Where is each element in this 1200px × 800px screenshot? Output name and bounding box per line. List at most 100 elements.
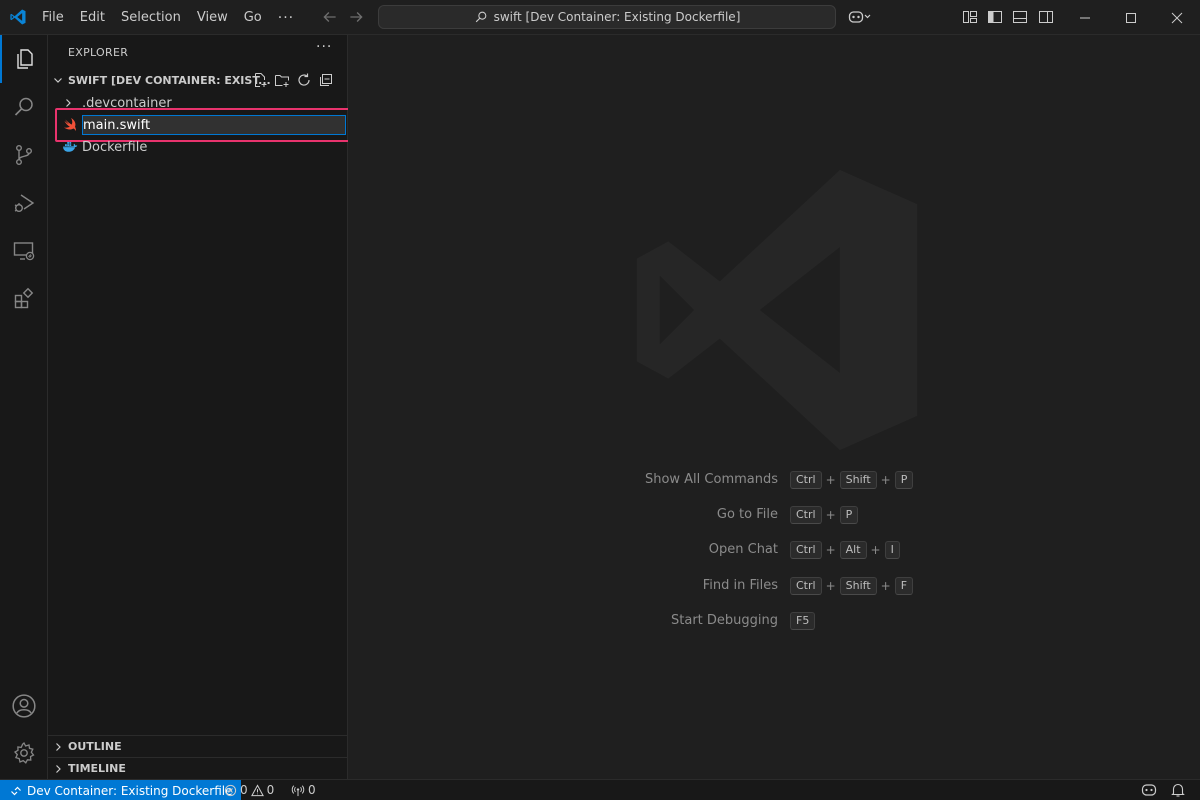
forward-arrow-icon[interactable] (347, 8, 365, 26)
activity-search[interactable] (0, 83, 48, 131)
menu-more-button[interactable]: ··· (270, 10, 302, 26)
extensions-icon (14, 287, 34, 309)
outline-section-header[interactable]: OUTLINE (48, 735, 348, 757)
sidebar-more-actions-button[interactable]: ··· (316, 39, 332, 55)
swift-file-icon (62, 117, 78, 133)
key-cap: P (839, 506, 859, 524)
timeline-label: TIMELINE (68, 762, 126, 775)
source-control-icon (15, 145, 32, 166)
shortcut-show-all-commands: Show All Commands Ctrl + Shift + P (348, 471, 1200, 491)
tree-item-devcontainer[interactable]: .devcontainer (48, 92, 348, 114)
search-icon (14, 97, 33, 116)
activity-run-debug[interactable] (0, 179, 48, 227)
search-icon (475, 11, 486, 23)
menu-edit[interactable]: Edit (72, 0, 113, 35)
copilot-icon[interactable] (848, 9, 872, 25)
key-cap: Ctrl (790, 577, 822, 595)
rename-input-box[interactable] (82, 115, 346, 135)
new-file-icon[interactable] (252, 72, 268, 88)
collapse-all-icon[interactable] (318, 72, 334, 88)
customize-layout-icon[interactable] (962, 9, 978, 25)
accounts-icon (12, 694, 36, 718)
activity-source-control[interactable] (0, 131, 48, 179)
tree-item-dockerfile[interactable]: Dockerfile (48, 136, 348, 158)
new-folder-icon[interactable] (274, 72, 290, 88)
outline-label: OUTLINE (68, 740, 122, 753)
sidebar-title: EXPLORER (68, 46, 129, 59)
command-center[interactable]: swift [Dev Container: Existing Dockerfil… (378, 5, 836, 29)
notifications-bell-icon[interactable] (1170, 782, 1186, 798)
rename-file-input[interactable] (83, 117, 345, 133)
toggle-panel-icon[interactable] (1012, 9, 1028, 25)
editor-area: Show All Commands Ctrl + Shift + P Go to F… (348, 35, 1200, 779)
warning-icon (250, 783, 264, 796)
key-cap: Shift (839, 471, 877, 489)
key-cap: Ctrl (790, 506, 822, 524)
timeline-section-header[interactable]: TIMELINE (48, 757, 348, 779)
folder-header-label: SWIFT [DEV CONTAINER: EXIST... (68, 73, 271, 87)
manage-gear-icon (13, 741, 35, 764)
menu-selection[interactable]: Selection (113, 0, 189, 35)
key-cap: Alt (839, 541, 867, 559)
remote-indicator[interactable]: Dev Container: Existing Dockerfile (0, 780, 242, 800)
back-arrow-icon[interactable] (321, 8, 339, 26)
toggle-primary-sidebar-icon[interactable] (987, 9, 1003, 25)
activity-manage[interactable] (0, 729, 48, 777)
key-cap: Ctrl (790, 541, 822, 559)
shortcut-find-in-files: Find in Files Ctrl + Shift + F (348, 577, 1200, 597)
explorer-sidebar: EXPLORER ··· SWIFT [DEV CONTAINER: EXIST… (48, 35, 358, 779)
activity-remote-explorer[interactable] (0, 227, 48, 275)
docker-file-icon (62, 139, 82, 155)
chevron-down-icon (48, 69, 68, 91)
close-icon (1171, 12, 1183, 23)
menu-go[interactable]: Go (236, 0, 270, 35)
toggle-secondary-sidebar-icon[interactable] (1038, 9, 1054, 25)
shortcut-label: Show All Commands (644, 472, 778, 487)
activity-explorer[interactable] (0, 35, 48, 83)
error-count: 0 (240, 783, 248, 797)
remote-icon (11, 786, 21, 795)
shortcut-label: Find in Files (702, 578, 778, 593)
command-center-label: swift [Dev Container: Existing Dockerfil… (493, 10, 741, 24)
vscode-logo-icon (10, 9, 26, 25)
key-cap: Ctrl (790, 471, 822, 489)
folder-actions (252, 72, 334, 88)
key-cap: I (884, 541, 900, 559)
key-cap: P (894, 471, 914, 489)
menu-view[interactable]: View (189, 0, 236, 35)
activity-accounts[interactable] (0, 682, 48, 730)
ports-indicator[interactable]: 0 (291, 780, 316, 800)
chevron-right-icon (62, 97, 82, 109)
status-bar: Dev Container: Existing Dockerfile 0 0 0 (0, 779, 1200, 800)
title-bar: File Edit Selection View Go ··· swift [D… (0, 0, 1200, 35)
tree-item-label: .devcontainer (82, 95, 172, 111)
minimize-button[interactable] (1062, 0, 1108, 35)
refresh-icon[interactable] (296, 72, 312, 88)
problems-indicator[interactable]: 0 0 (224, 780, 274, 800)
shortcut-start-debugging: Start Debugging F5 (348, 612, 1200, 632)
maximize-button[interactable] (1108, 0, 1154, 35)
menu-file[interactable]: File (34, 0, 72, 35)
chevron-right-icon (48, 758, 68, 780)
key-cap: F5 (790, 612, 816, 630)
shortcut-open-chat: Open Chat Ctrl + Alt + I (348, 541, 1200, 561)
ports-count: 0 (308, 783, 316, 797)
error-icon (224, 784, 237, 796)
folder-header[interactable]: SWIFT [DEV CONTAINER: EXIST... (48, 69, 348, 91)
menu-bar: File Edit Selection View Go ··· (34, 0, 302, 35)
remote-explorer-icon (13, 242, 35, 261)
shortcut-label: Start Debugging (671, 613, 778, 628)
key-cap: F (894, 577, 914, 595)
chevron-right-icon (48, 736, 68, 758)
activity-bar (0, 35, 48, 779)
vscode-watermark-logo (636, 169, 918, 451)
key-cap: Shift (839, 577, 877, 595)
copilot-status-icon[interactable] (1141, 782, 1157, 798)
activity-extensions[interactable] (0, 275, 48, 323)
minimize-icon (1080, 17, 1090, 18)
shortcut-label: Open Chat (708, 542, 778, 557)
remote-indicator-label: Dev Container: Existing Dockerfile (27, 783, 233, 798)
tree-item-label: Dockerfile (82, 139, 148, 155)
explorer-icon (17, 49, 33, 69)
close-button[interactable] (1154, 0, 1200, 35)
